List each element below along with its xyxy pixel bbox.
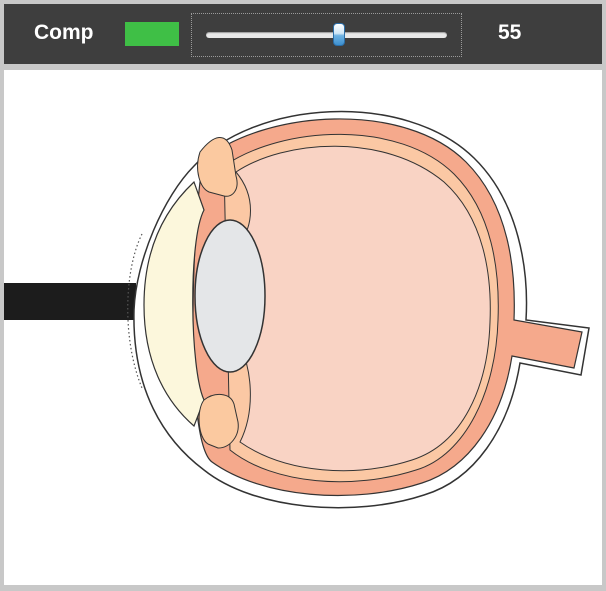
toolbar: Comp 55 — [4, 4, 602, 64]
crystalline-lens — [194, 219, 266, 373]
slider-track[interactable] — [206, 32, 447, 38]
slider-thumb[interactable] — [332, 23, 345, 46]
slider-value-readout: 55 — [498, 21, 522, 44]
comp-color-swatch[interactable] — [125, 22, 179, 46]
comp-label: Comp — [34, 21, 94, 44]
app-window: Comp 55 — [0, 0, 606, 591]
aperture-stop-bar — [4, 283, 136, 320]
vitreous-body — [231, 145, 491, 472]
eye-diagram-canvas — [4, 70, 602, 585]
ciliary-body-lower — [198, 394, 239, 449]
eye-diagram — [4, 110, 590, 509]
comp-slider[interactable] — [191, 13, 462, 57]
